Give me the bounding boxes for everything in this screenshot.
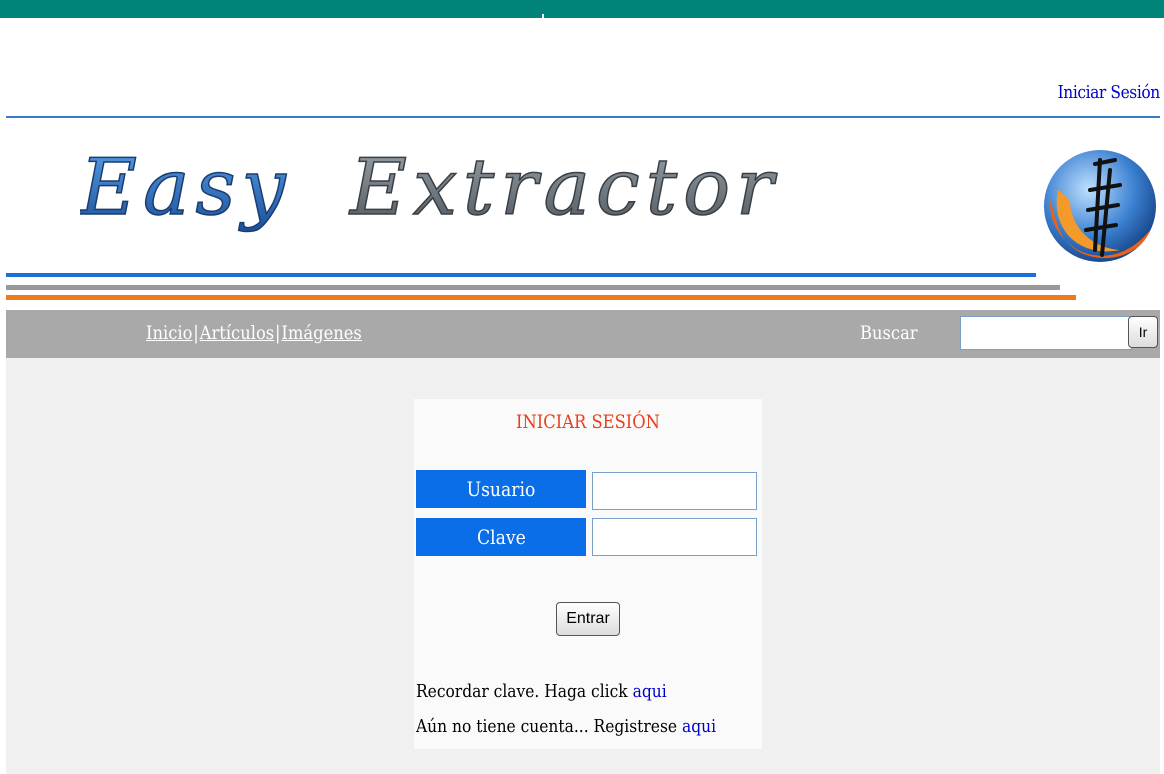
header-stripes: [6, 273, 1076, 300]
login-title: INICIAR SESIÓN: [516, 411, 660, 433]
search-input[interactable]: [960, 316, 1132, 350]
register-line: Aún no tiene cuenta... Registrese aqui: [416, 716, 716, 737]
search-label: Buscar: [860, 322, 918, 344]
register-text: Aún no tiene cuenta... Registrese: [416, 716, 678, 737]
stripe-blue: [6, 273, 1036, 277]
nav-link-inicio[interactable]: Inicio: [146, 322, 192, 344]
register-link[interactable]: aqui: [682, 716, 716, 737]
site-logo-text: Easy Extractor: [80, 142, 779, 234]
top-bar-mark: [542, 14, 544, 18]
remember-password-text: Recordar clave. Haga click: [416, 681, 628, 702]
nav-links: Inicio|Artículos|Imágenes: [146, 322, 362, 344]
login-form-panel: INICIAR SESIÓN Usuario Clave Entrar Reco…: [414, 399, 762, 749]
nav-link-articulos[interactable]: Artículos: [200, 322, 275, 344]
stripe-orange: [6, 295, 1076, 300]
search-go-button[interactable]: Ir: [1128, 316, 1158, 348]
remember-password-link[interactable]: aqui: [633, 681, 667, 702]
password-label: Clave: [416, 518, 586, 556]
login-submit-button[interactable]: Entrar: [556, 602, 620, 636]
header-divider: [6, 116, 1160, 118]
username-input[interactable]: [592, 472, 757, 510]
nav-link-imagenes[interactable]: Imágenes: [281, 322, 361, 344]
login-link[interactable]: Iniciar Sesión: [1058, 82, 1161, 103]
logo-word-extractor: Extractor: [348, 143, 779, 233]
top-banner-bar: [0, 0, 1164, 18]
password-input[interactable]: [592, 518, 757, 556]
stripe-gray: [6, 285, 1060, 290]
main-nav-bar: Inicio|Artículos|Imágenes Buscar Ir: [6, 310, 1160, 358]
username-label: Usuario: [416, 470, 586, 508]
remember-password-line: Recordar clave. Haga click aqui: [416, 681, 667, 702]
logo-word-easy: Easy: [80, 143, 292, 233]
